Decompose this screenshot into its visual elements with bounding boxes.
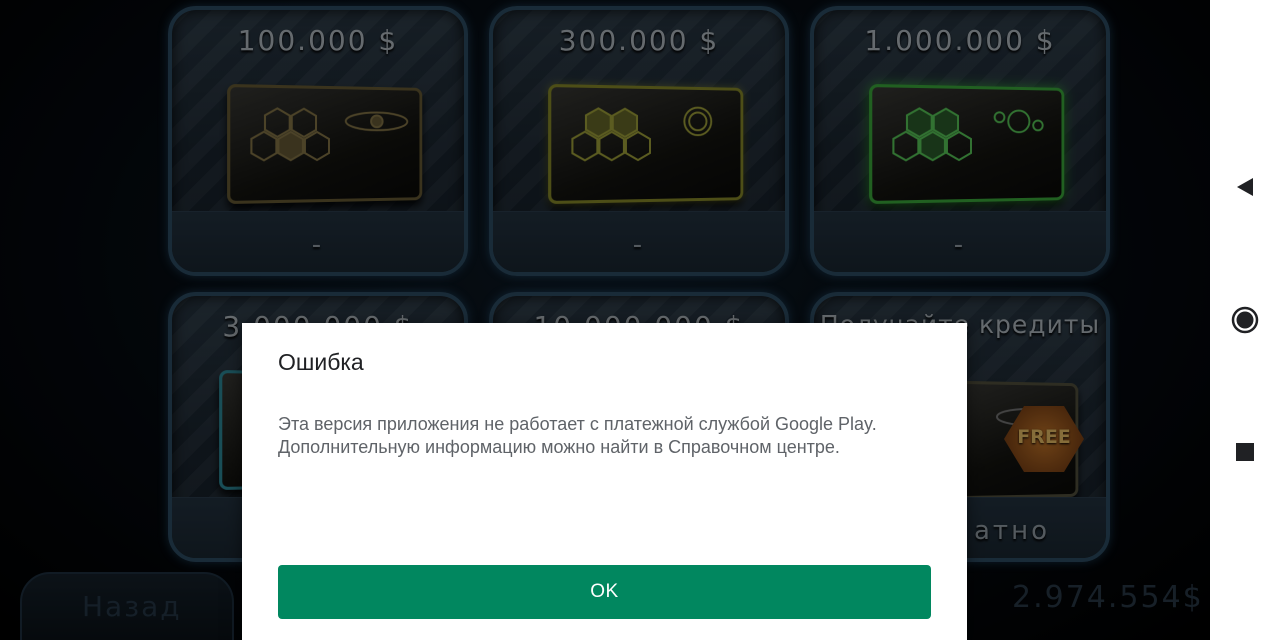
dialog-message-line-1: Эта версия приложения не работает с плат… bbox=[278, 414, 877, 434]
recents-square-icon bbox=[1236, 443, 1254, 461]
screen: 100.000 $ - 300.000 $ - 1.000.000 $ - кр… bbox=[0, 0, 1280, 640]
home-circle-icon bbox=[1231, 306, 1259, 334]
dialog-message-line-2: Дополнительную информацию можно найти в … bbox=[278, 437, 840, 457]
dialog-message: Эта версия приложения не работает с плат… bbox=[278, 413, 928, 459]
ok-button[interactable]: OK bbox=[278, 565, 931, 619]
nav-back-button[interactable] bbox=[1224, 166, 1266, 208]
dialog-title: Ошибка bbox=[278, 349, 364, 375]
back-triangle-icon bbox=[1237, 178, 1253, 196]
system-navigation-bar bbox=[1210, 0, 1280, 640]
nav-recents-button[interactable] bbox=[1224, 431, 1266, 473]
error-dialog: Ошибка Эта версия приложения не работает… bbox=[242, 323, 967, 640]
nav-home-button[interactable] bbox=[1224, 299, 1266, 341]
